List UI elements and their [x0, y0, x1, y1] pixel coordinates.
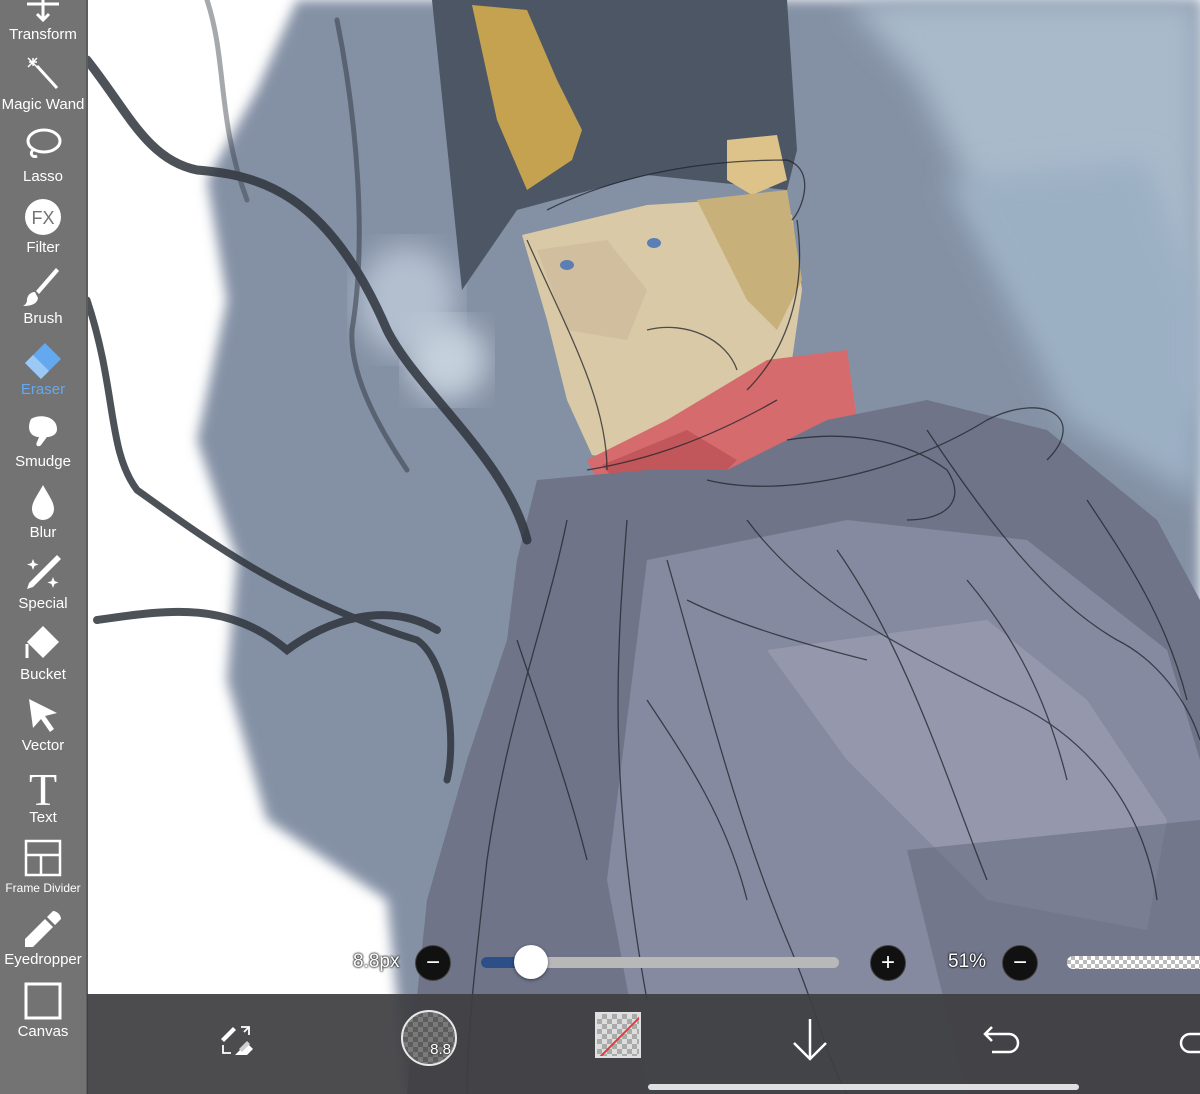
- text-t-icon: T: [21, 765, 65, 809]
- color-swatch[interactable]: [595, 1012, 641, 1058]
- tool-blur[interactable]: Blur: [0, 474, 86, 545]
- fx-icon: FX: [21, 195, 65, 239]
- tool-magic-wand[interactable]: Magic Wand: [0, 46, 86, 117]
- redo-button[interactable]: [1167, 1012, 1200, 1072]
- redo-icon: [1177, 1023, 1200, 1062]
- drawing-canvas[interactable]: [87, 0, 1200, 1094]
- tool-sidebar: Transform Magic Wand Lasso FX Filter Bru…: [0, 0, 88, 1094]
- opacity-decrease-button[interactable]: −: [1002, 945, 1038, 981]
- home-indicator: [648, 1084, 1079, 1090]
- tool-transform[interactable]: Transform: [0, 0, 86, 47]
- tool-frame-divider[interactable]: Frame Divider: [0, 830, 86, 901]
- undo-icon: [982, 1023, 1022, 1062]
- size-slider-thumb[interactable]: [514, 945, 549, 979]
- tool-brush[interactable]: Brush: [0, 260, 86, 331]
- plus-icon: +: [880, 949, 895, 976]
- tool-special[interactable]: Special: [0, 545, 86, 616]
- move-arrows-icon: [21, 0, 65, 26]
- tool-label: Lasso: [22, 168, 64, 185]
- minus-icon: −: [425, 949, 440, 976]
- tool-eraser[interactable]: Eraser: [0, 331, 86, 402]
- artwork: [87, 0, 1200, 1094]
- tool-label: Magic Wand: [1, 96, 85, 113]
- cursor-arrow-icon: [21, 693, 65, 737]
- magic-wand-icon: [21, 52, 65, 96]
- tool-smudge[interactable]: Smudge: [0, 403, 86, 474]
- svg-text:FX: FX: [31, 208, 54, 228]
- lasso-icon: [21, 124, 65, 168]
- size-decrease-button[interactable]: −: [415, 945, 451, 981]
- svg-text:T: T: [29, 767, 57, 807]
- tool-label: Canvas: [17, 1023, 69, 1040]
- tool-label: Eyedropper: [4, 951, 82, 968]
- tool-label: Frame Divider: [5, 881, 81, 895]
- bucket-icon: [21, 622, 65, 666]
- brush-icon: [21, 266, 65, 310]
- droplet-icon: [21, 480, 65, 524]
- tool-label: Transform: [9, 26, 77, 43]
- frame-divider-icon: [21, 836, 65, 880]
- tool-vector[interactable]: Vector: [0, 687, 86, 758]
- tool-label: Special: [18, 595, 68, 612]
- tool-label: Bucket: [20, 666, 66, 683]
- eyedropper-icon: [21, 907, 65, 951]
- tool-bucket[interactable]: Bucket: [0, 616, 86, 687]
- brush-size-slider[interactable]: [481, 945, 839, 979]
- brush-size-preview[interactable]: 8.8: [401, 1010, 457, 1066]
- opacity-slider[interactable]: [1067, 956, 1200, 969]
- minus-icon: −: [1012, 949, 1027, 976]
- tool-label: Text: [29, 809, 57, 826]
- eraser-icon: [21, 337, 65, 381]
- opacity-value: 51%: [948, 951, 987, 972]
- tool-label: Filter: [26, 239, 60, 256]
- swap-brush-eraser-button[interactable]: [206, 1012, 266, 1072]
- tool-label: Blur: [29, 524, 57, 541]
- smudge-icon: [21, 409, 65, 453]
- tool-text[interactable]: T Text: [0, 759, 86, 830]
- layer-down-button[interactable]: [780, 1012, 840, 1072]
- sparkle-pen-icon: [21, 551, 65, 595]
- tool-filter[interactable]: FX Filter: [0, 189, 86, 260]
- tool-label: Eraser: [20, 381, 66, 398]
- tool-label: Smudge: [15, 453, 71, 470]
- tool-label: Vector: [21, 737, 65, 754]
- transparent-color-slash: [597, 1014, 639, 1056]
- tool-lasso[interactable]: Lasso: [0, 118, 86, 189]
- canvas-square-icon: [21, 979, 65, 1023]
- undo-button[interactable]: [972, 1012, 1032, 1072]
- down-arrow-icon: [790, 1017, 830, 1068]
- bottom-toolbar: [87, 994, 1200, 1094]
- tool-canvas[interactable]: Canvas: [0, 973, 86, 1044]
- brush-size-value: 8.8px: [353, 951, 400, 972]
- size-increase-button[interactable]: +: [870, 945, 906, 981]
- brush-size-preview-value: 8.8: [430, 1041, 451, 1058]
- tool-label: Brush: [23, 310, 63, 327]
- swap-brush-eraser-icon: [215, 1019, 257, 1066]
- tool-eyedropper[interactable]: Eyedropper: [0, 901, 86, 972]
